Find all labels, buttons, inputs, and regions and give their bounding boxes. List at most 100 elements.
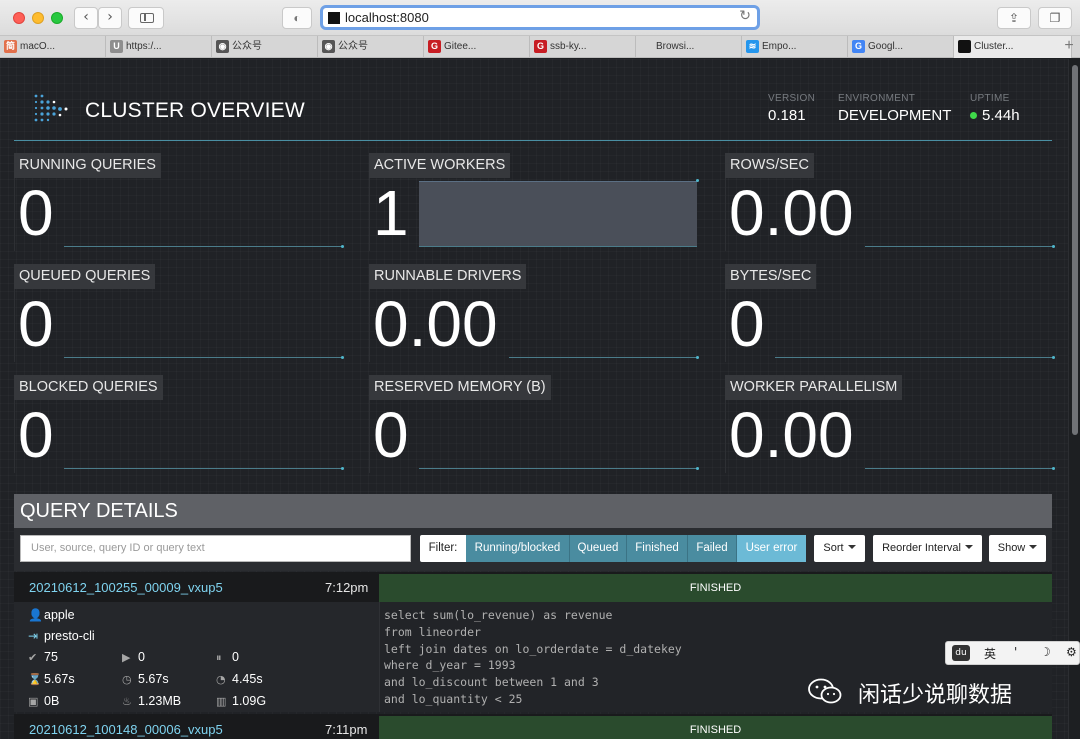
stat-label: RUNNABLE DRIVERS: [369, 264, 527, 289]
browser-tab[interactable]: Gssb-ky...: [530, 36, 636, 58]
query-details-title: QUERY DETAILS: [14, 494, 1052, 528]
tab-label: Gitee...: [444, 41, 477, 52]
query-search-input[interactable]: User, source, query ID or query text: [20, 535, 411, 562]
uptime-label: UPTIME: [970, 93, 1010, 104]
query-row-header: 20210612_100148_00006_vxup5 7:11pm FINIS…: [14, 714, 1052, 739]
zoom-window-button[interactable]: [51, 12, 63, 24]
uptime-value: 5.44h: [982, 107, 1020, 124]
browser-tab[interactable]: ≋ Empo...: [742, 36, 848, 58]
peak-memory: ♨ 1.23MB: [122, 694, 182, 708]
tab-favicon-icon: G: [534, 40, 547, 53]
share-button[interactable]: ⇪: [997, 7, 1031, 29]
hdd-icon: ▣: [28, 695, 39, 708]
tab-label: 公众号: [232, 41, 262, 52]
privacy-shield-button[interactable]: ◐: [282, 7, 312, 29]
scrollbar-thumb[interactable]: [1072, 65, 1078, 435]
tabs-icon: ❐: [1049, 11, 1061, 25]
sparkline: [64, 181, 344, 248]
environment-meta: ENVIRONMENT DEVELOPMENT: [838, 93, 951, 124]
share-icon: ⇪: [1008, 11, 1020, 25]
browser-tab[interactable]: ◉ 公众号: [212, 36, 318, 58]
filter-failed-button[interactable]: Failed: [688, 535, 737, 562]
filter-running-blocked-button[interactable]: Running/blocked: [466, 535, 570, 562]
query-id-link[interactable]: 20210612_100255_00009_vxup5: [29, 580, 223, 595]
sidebar-toggle-button[interactable]: [128, 7, 164, 29]
browser-tab[interactable]: Browsi...: [636, 36, 742, 58]
back-button[interactable]: ‹: [74, 7, 98, 29]
forward-button[interactable]: ›: [98, 7, 122, 29]
browser-tab[interactable]: Uhttps:/...: [106, 36, 212, 58]
input-method-toolbar[interactable]: du 英 ' ☽ ⚙: [945, 641, 1080, 665]
gear-icon[interactable]: ⚙: [1066, 645, 1077, 659]
query-time: 7:11pm: [325, 722, 368, 737]
stat-value: 0: [729, 288, 765, 360]
caret-down-icon: [847, 545, 856, 549]
stat-bytes-per-sec: BYTES/SEC 0: [725, 264, 1055, 362]
browser-tab[interactable]: Cluster...: [954, 36, 1072, 58]
environment-value: DEVELOPMENT: [838, 107, 952, 124]
sparkline: [64, 403, 344, 470]
filter-finished-button[interactable]: Finished: [627, 535, 688, 562]
browser-tab[interactable]: G Googl...: [848, 36, 954, 58]
stat-queued-queries: QUEUED QUERIES 0: [14, 264, 344, 362]
chevron-right-icon: ›: [107, 9, 113, 25]
uptime-value-wrap: 5.44h: [970, 107, 1020, 124]
ime-language-toggle[interactable]: 英: [984, 645, 996, 662]
shield-icon: ◐: [293, 11, 301, 25]
query-id-link[interactable]: 20210612_100148_00006_vxup5: [29, 722, 223, 737]
tab-label: 公众号: [338, 41, 368, 52]
minimize-window-button[interactable]: [32, 12, 44, 24]
tab-favicon-icon: ◉: [216, 40, 229, 53]
reorder-interval-dropdown[interactable]: Reorder Interval: [873, 535, 982, 562]
ime-punctuation-toggle[interactable]: ': [1014, 645, 1017, 659]
stat-value: 0: [18, 399, 54, 471]
query-filter-bar: User, source, query ID or query text Fil…: [14, 528, 1052, 571]
pause-icon: ⏸: [216, 651, 222, 664]
stat-label: QUEUED QUERIES: [14, 264, 156, 289]
browser-tab[interactable]: ◉ 公众号: [318, 36, 424, 58]
presto-logo-icon: [34, 94, 68, 122]
query-row-header: 20210612_100255_00009_vxup5 7:12pm FINIS…: [14, 572, 1052, 602]
tab-favicon-icon: [958, 40, 971, 53]
stat-value: 0: [18, 288, 54, 360]
fire-icon: ♨: [122, 695, 132, 708]
stat-label: ACTIVE WORKERS: [369, 153, 511, 178]
stat-blocked-queries: BLOCKED QUERIES 0: [14, 375, 344, 473]
browser-tab[interactable]: G Gitee...: [424, 36, 530, 58]
tab-favicon-icon: U: [110, 40, 123, 53]
stat-value: 0: [373, 399, 409, 471]
query-user: 👤apple: [28, 608, 75, 622]
page-scrollbar[interactable]: [1068, 59, 1080, 739]
url-text[interactable]: localhost:8080: [345, 10, 429, 25]
stat-label: RESERVED MEMORY (B): [369, 375, 551, 400]
show-dropdown[interactable]: Show: [989, 535, 1046, 562]
cpu-time: ◔ 4.45s: [216, 672, 263, 686]
moon-icon[interactable]: ☽: [1040, 645, 1051, 659]
tab-label: macO...: [20, 41, 56, 52]
header-divider: [14, 140, 1052, 141]
browser-tab[interactable]: 简 macO...: [0, 36, 106, 58]
current-memory: ▣ 0B: [28, 694, 60, 708]
tab-label: Empo...: [762, 41, 797, 52]
status-dot-icon: [970, 112, 977, 119]
stat-active-workers: ACTIVE WORKERS 1: [369, 153, 699, 251]
bar-chart-icon: ▥: [216, 695, 227, 708]
filter-user-error-button[interactable]: User error: [737, 535, 806, 562]
stat-label: BYTES/SEC: [725, 264, 817, 289]
sort-dropdown[interactable]: Sort: [814, 535, 865, 562]
tab-label: Googl...: [868, 41, 904, 52]
address-bar[interactable]: localhost:8080 ↻: [320, 5, 760, 30]
sparkline: [865, 181, 1055, 248]
tab-overview-button[interactable]: ❐: [1038, 7, 1072, 29]
close-window-button[interactable]: [13, 12, 25, 24]
reload-icon[interactable]: ↻: [739, 8, 751, 24]
tab-bar: Cluster... G Googl... ≋ Empo... Browsi... Gssb…: [0, 36, 1080, 58]
watermark-text: 闲话少说聊数据: [858, 683, 1013, 708]
filter-queued-button[interactable]: Queued: [570, 535, 627, 562]
baidu-ime-logo-icon: du: [952, 645, 970, 661]
wall-time: ⌛ 5.67s: [28, 672, 75, 686]
wechat-icon: [808, 678, 842, 704]
new-tab-button[interactable]: +: [1058, 36, 1080, 58]
sparkline: [775, 292, 1055, 359]
stat-runnable-drivers: RUNNABLE DRIVERS 0.00: [369, 264, 699, 362]
